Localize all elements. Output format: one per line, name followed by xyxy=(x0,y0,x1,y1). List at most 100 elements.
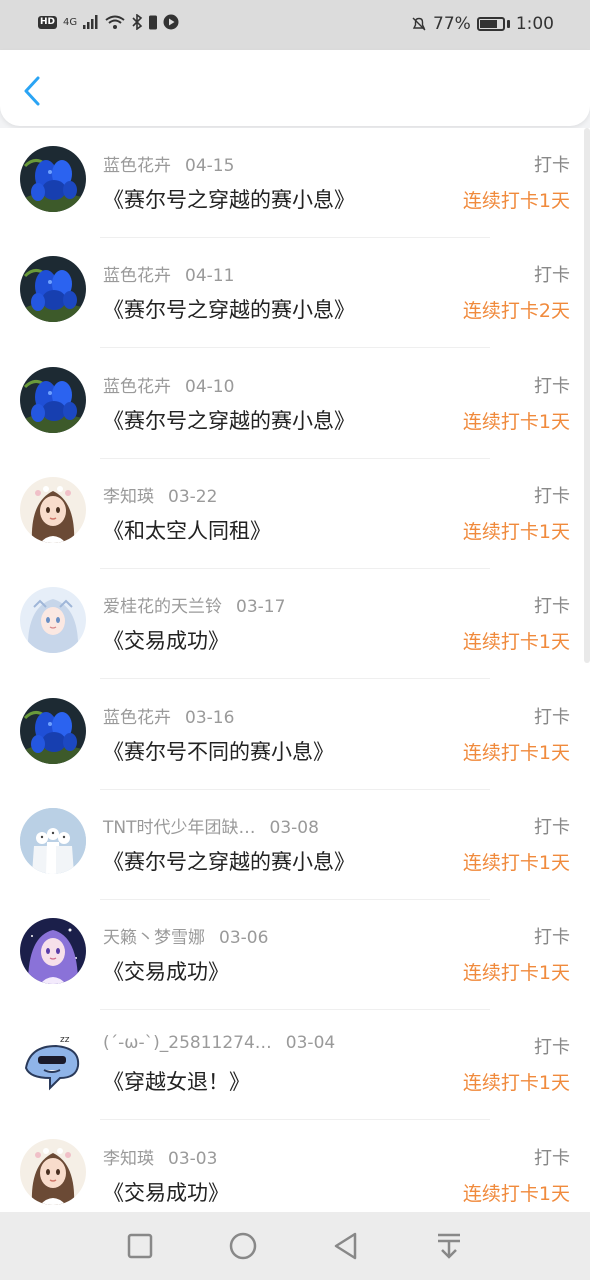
streak-label: 连续打卡1天 xyxy=(462,520,570,543)
battery-small-icon xyxy=(149,15,158,30)
checkin-tag: 打卡 xyxy=(534,927,570,949)
list-item[interactable]: 李知瑛 03-22 《和太空人同租》 打卡 连续打卡1天 xyxy=(0,459,590,569)
battery-tip xyxy=(506,20,510,28)
avatar[interactable] xyxy=(20,146,86,212)
checkin-list[interactable]: 蓝色花卉 04-15 《赛尔号之穿越的赛小息》 打卡 连续打卡1天 蓝色花卉 04-11 《赛… xyxy=(0,128,590,1212)
list-item[interactable]: 蓝色花卉 04-15 《赛尔号之穿越的赛小息》 打卡 连续打卡1天 xyxy=(0,128,590,238)
user-name[interactable]: 天籁丶梦雪娜 xyxy=(103,928,205,948)
checkin-tag: 打卡 xyxy=(534,816,570,838)
list-item[interactable]: 爱桂花的天兰铃 03-17 《交易成功》 打卡连续打卡1天 xyxy=(0,569,590,680)
list-item[interactable]: 天籁丶梦雪娜 03-06 《交易成功》 打卡连续打卡1天 xyxy=(0,900,590,1011)
streak-label: 连续打卡2天 xyxy=(462,300,570,323)
notification-pull-icon xyxy=(438,1233,460,1259)
clock: 1:00 xyxy=(515,14,554,34)
entry-meta: 蓝色花卉 04-11 xyxy=(103,261,234,286)
book-title[interactable]: 《赛尔号之穿越的赛小息》 xyxy=(103,846,355,876)
user-name[interactable]: (´-ω-`)_25811274… xyxy=(103,1033,272,1053)
user-name[interactable]: 李知瑛 xyxy=(103,487,154,507)
list-item[interactable]: 蓝色花卉 04-11 《赛尔号之穿越的赛小息》 打卡连续打卡2天 xyxy=(0,238,590,349)
checkin-tag: 打卡 xyxy=(534,265,570,287)
book-title[interactable]: 《和太空人同租》 xyxy=(103,515,271,545)
notification-pull-button[interactable] xyxy=(433,1230,465,1262)
checkin-tag: 打卡 xyxy=(534,155,570,176)
user-name[interactable]: 蓝色花卉 xyxy=(103,156,171,176)
user-name[interactable]: TNT时代少年团缺… xyxy=(103,818,256,838)
streak-label: 连续打卡1天 xyxy=(462,190,570,212)
streak-label: 连续打卡1天 xyxy=(462,410,570,433)
entry-meta: (´-ω-`)_25811274… 03-04 xyxy=(103,1033,335,1053)
user-name[interactable]: 蓝色花卉 xyxy=(103,266,171,286)
list-item[interactable]: 李知瑛 03-03 《交易成功》 打卡连续打卡1天 xyxy=(0,1121,590,1212)
entry-date: 03-16 xyxy=(185,707,235,728)
entry-meta: 天籁丶梦雪娜 03-06 xyxy=(103,923,268,948)
list-item[interactable]: 蓝色花卉 04-10 《赛尔号之穿越的赛小息》 打卡连续打卡1天 xyxy=(0,349,590,459)
user-name[interactable]: 蓝色花卉 xyxy=(103,708,171,728)
user-name[interactable]: 蓝色花卉 xyxy=(103,377,171,397)
checkin-tag: 打卡 xyxy=(534,596,570,618)
user-name[interactable]: 李知瑛 xyxy=(103,1149,154,1169)
battery-percent: 77% xyxy=(433,14,471,34)
entry-date: 03-06 xyxy=(219,928,269,949)
entry-date: 03-17 xyxy=(236,597,286,618)
streak-label: 连续打卡1天 xyxy=(462,1182,570,1205)
avatar[interactable] xyxy=(20,918,86,985)
book-title[interactable]: 《穿越女退！》 xyxy=(103,1066,250,1096)
streak-label: 连续打卡1天 xyxy=(462,631,570,654)
avatar[interactable] xyxy=(20,476,86,543)
avatar[interactable]: zz xyxy=(20,1028,86,1095)
entry-meta: 蓝色花卉 03-16 xyxy=(103,703,234,728)
play-icon xyxy=(163,14,179,30)
back-nav-button[interactable] xyxy=(330,1230,362,1262)
status-right: 77% 1:00 xyxy=(411,14,554,34)
book-title[interactable]: 《赛尔号之穿越的赛小息》 xyxy=(103,184,355,214)
entry-date: 03-08 xyxy=(269,817,319,838)
checkin-tag: 打卡 xyxy=(534,706,570,728)
book-title[interactable]: 《赛尔号之穿越的赛小息》 xyxy=(103,405,355,435)
list-item[interactable]: 蓝色花卉 03-16 《赛尔号不同的赛小息》 打卡 连续打卡1天 xyxy=(0,680,590,790)
network-type: 4G xyxy=(63,16,78,28)
book-title[interactable]: 《赛尔号不同的赛小息》 xyxy=(103,736,334,766)
avatar[interactable] xyxy=(20,366,86,433)
entry-date: 03-04 xyxy=(285,1033,336,1054)
entry-meta: 李知瑛 03-03 xyxy=(103,1144,217,1169)
avatar[interactable] xyxy=(20,587,86,654)
list-item[interactable]: TNT时代少年团缺… 03-08 《赛尔号之穿越的赛小息》 打卡 连续打卡1天 xyxy=(0,790,590,900)
scrollbar[interactable] xyxy=(584,128,590,663)
battery-icon xyxy=(476,17,505,31)
status-left: HD 4G xyxy=(38,14,179,30)
book-title[interactable]: 《交易成功》 xyxy=(103,625,229,655)
recent-apps-icon xyxy=(127,1233,153,1259)
avatar[interactable] xyxy=(20,256,86,323)
recent-apps-button[interactable] xyxy=(124,1230,156,1262)
header xyxy=(0,50,590,126)
streak-label: 连续打卡1天 xyxy=(462,962,570,985)
avatar[interactable] xyxy=(20,807,86,874)
entry-date: 04-11 xyxy=(185,266,235,287)
wifi-icon xyxy=(105,15,125,29)
mute-bell-icon xyxy=(412,17,426,31)
system-nav-bar xyxy=(0,1212,590,1280)
entry-meta: 蓝色花卉 04-10 xyxy=(103,372,234,397)
book-title[interactable]: 《交易成功》 xyxy=(103,1177,229,1207)
bluetooth-icon xyxy=(132,14,143,30)
book-title[interactable]: 《交易成功》 xyxy=(103,956,229,986)
entry-meta: TNT时代少年团缺… 03-08 xyxy=(103,813,319,838)
checkin-tag: 打卡 xyxy=(534,485,570,507)
book-title[interactable]: 《赛尔号之穿越的赛小息》 xyxy=(103,294,355,324)
svg-text:zz: zz xyxy=(60,1035,70,1045)
home-button[interactable] xyxy=(227,1230,259,1262)
chevron-left-icon xyxy=(24,76,40,106)
checkin-tag: 打卡 xyxy=(534,1147,570,1169)
hd-badge: HD xyxy=(38,15,58,29)
user-name[interactable]: 爱桂花的天兰铃 xyxy=(103,597,222,617)
avatar[interactable] xyxy=(20,697,86,764)
back-triangle-icon xyxy=(334,1232,357,1260)
list-item[interactable]: zz (´-ω-`)_25811274… 03-04 《穿越女退！》 打卡 连续打卡1天 xyxy=(0,1010,590,1121)
status-bar: HD 4G 77% 1:00 xyxy=(0,0,590,50)
entry-date: 03-03 xyxy=(168,1148,218,1169)
checkin-tag: 打卡 xyxy=(534,375,570,397)
avatar[interactable] xyxy=(20,1138,86,1205)
entry-date: 04-10 xyxy=(185,376,235,397)
home-icon xyxy=(229,1232,257,1260)
back-button[interactable] xyxy=(18,74,48,108)
